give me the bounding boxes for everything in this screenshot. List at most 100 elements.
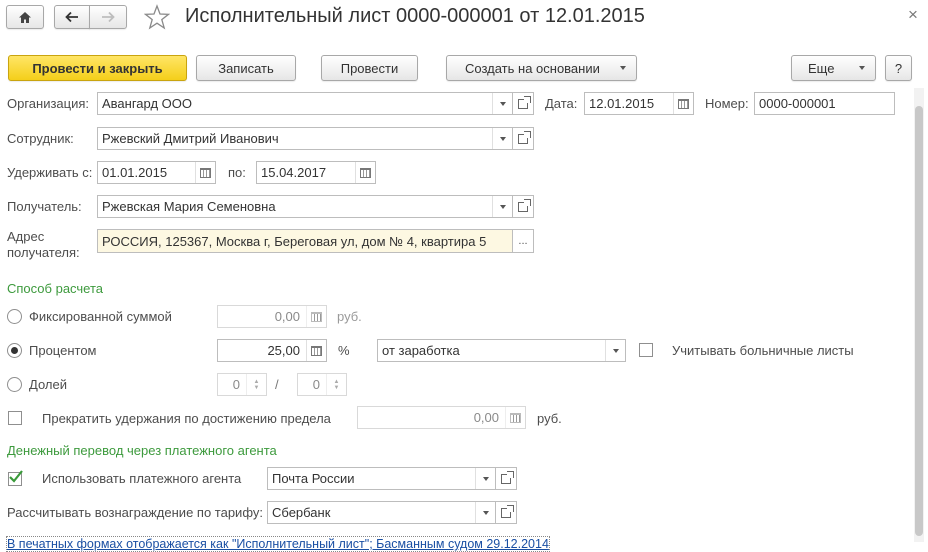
recipient-field[interactable]: Ржевская Мария Семеновна [97, 195, 513, 218]
organization-label: Организация: [7, 96, 90, 111]
share-numerator-field[interactable]: 0 ▲ ▼ [217, 373, 267, 396]
stop-at-limit-checkbox[interactable] [8, 411, 22, 425]
stop-at-limit-label: Прекратить удержания по достижению преде… [42, 411, 331, 426]
calendar-icon [200, 167, 211, 178]
withhold-from-value: 01.01.2015 [102, 165, 168, 180]
close-icon[interactable]: × [908, 5, 918, 25]
use-agent-checkbox[interactable] [8, 470, 23, 486]
payment-agent-section-title: Денежный перевод через платежного агента [7, 443, 277, 458]
employee-label: Сотрудник: [7, 131, 74, 146]
dropdown-arrow-icon[interactable] [492, 93, 512, 114]
save-button[interactable]: Записать [196, 55, 296, 81]
percent-value: 25,00 [267, 343, 300, 358]
withhold-from-field[interactable]: 01.01.2015 [97, 161, 216, 184]
open-agent-button[interactable] [495, 467, 517, 490]
calendar-icon [678, 98, 689, 109]
forward-button[interactable] [89, 5, 127, 29]
help-button[interactable]: ? [885, 55, 912, 81]
withhold-to-field[interactable]: 15.04.2017 [256, 161, 376, 184]
date-field[interactable]: 12.01.2015 [584, 92, 694, 115]
withhold-from-label: Удерживать с: [7, 165, 93, 180]
vertical-scrollbar[interactable] [914, 88, 924, 542]
checkmark-icon [9, 470, 23, 483]
organization-field[interactable]: Авангард ООО [97, 92, 513, 115]
share-denominator-field[interactable]: 0 ▲ ▼ [297, 373, 347, 396]
scrollbar-thumb[interactable] [915, 106, 923, 536]
stepper-icon[interactable]: ▲ ▼ [246, 374, 266, 395]
back-button[interactable] [54, 5, 90, 29]
share-denominator-value: 0 [312, 377, 320, 392]
dropdown-arrow-icon[interactable] [492, 196, 512, 217]
recipient-address-field[interactable]: РОССИЯ, 125367, Москва г, Береговая ул, … [97, 229, 513, 253]
percent-base-select[interactable]: от заработка [377, 339, 626, 362]
more-button[interactable]: Еще [791, 55, 876, 81]
open-icon [518, 95, 531, 109]
fixed-amount-field[interactable]: 0,00 [217, 305, 327, 328]
address-label-line2: получателя: [7, 245, 80, 260]
tariff-label: Рассчитывать вознаграждение по тарифу: [7, 505, 263, 520]
employee-field[interactable]: Ржевский Дмитрий Иванович [97, 127, 513, 150]
percent-field[interactable]: 25,00 [217, 339, 327, 362]
tariff-field[interactable]: Сбербанк [267, 501, 496, 524]
dropdown-arrow-icon [620, 66, 626, 70]
calendar-button[interactable] [195, 162, 215, 183]
date-value: 12.01.2015 [589, 96, 655, 111]
limit-unit-label: руб. [537, 411, 562, 426]
create-based-on-label: Создать на основании [465, 60, 600, 76]
fixed-unit-label: руб. [337, 309, 362, 324]
share-separator: / [275, 377, 279, 392]
favorite-star-icon[interactable] [143, 4, 171, 30]
percent-base-value: от заработка [382, 343, 460, 358]
number-value: 0000-000001 [759, 96, 836, 111]
method-percent-label: Процентом [29, 343, 97, 358]
method-share-radio[interactable] [7, 377, 22, 392]
calculator-button[interactable] [306, 340, 326, 361]
limit-amount-value: 0,00 [473, 410, 499, 425]
open-icon [518, 130, 531, 144]
arrow-right-icon [102, 11, 115, 23]
calendar-button[interactable] [355, 162, 375, 183]
calculator-button[interactable] [306, 306, 326, 327]
dropdown-arrow-icon[interactable] [475, 468, 495, 489]
calculator-icon [311, 311, 322, 322]
payment-agent-field[interactable]: Почта России [267, 467, 496, 490]
percent-unit-label: % [338, 343, 350, 358]
number-field[interactable]: 0000-000001 [754, 92, 895, 115]
open-icon [518, 198, 531, 212]
use-agent-label: Использовать платежного агента [42, 471, 242, 486]
post-and-close-button[interactable]: Провести и закрыть [8, 55, 187, 81]
limit-amount-field[interactable]: 0,00 [357, 406, 526, 429]
calculator-icon [510, 412, 521, 423]
home-button[interactable] [6, 5, 44, 29]
post-button[interactable]: Провести [321, 55, 418, 81]
stepper-icon[interactable]: ▲ ▼ [326, 374, 346, 395]
home-icon [19, 11, 31, 23]
open-employee-button[interactable] [512, 127, 534, 150]
calculator-button[interactable] [505, 407, 525, 428]
share-numerator-value: 0 [232, 377, 240, 392]
open-icon [501, 504, 514, 518]
open-organization-button[interactable] [512, 92, 534, 115]
address-label-line1: Адрес [7, 229, 45, 244]
sick-leave-checkbox[interactable] [639, 343, 653, 357]
calendar-icon [360, 167, 371, 178]
number-label: Номер: [705, 96, 749, 111]
sick-leave-label: Учитывать больничные листы [672, 343, 854, 358]
method-share-label: Долей [29, 377, 67, 392]
open-icon [501, 470, 514, 484]
print-form-link[interactable]: В печатных формах отображается как "Испо… [6, 536, 550, 552]
payment-agent-value: Почта России [272, 471, 355, 486]
recipient-address-value: РОССИЯ, 125367, Москва г, Береговая ул, … [102, 233, 487, 249]
address-edit-button[interactable]: ... [512, 229, 534, 253]
dropdown-arrow-icon[interactable] [475, 502, 495, 523]
dropdown-arrow-icon[interactable] [492, 128, 512, 149]
method-percent-radio[interactable] [7, 343, 22, 358]
tariff-value: Сбербанк [272, 505, 331, 520]
withhold-to-label: по: [228, 165, 246, 180]
method-fixed-radio[interactable] [7, 309, 22, 324]
calendar-button[interactable] [673, 93, 693, 114]
open-tariff-button[interactable] [495, 501, 517, 524]
dropdown-arrow-icon[interactable] [605, 340, 625, 361]
open-recipient-button[interactable] [512, 195, 534, 218]
create-based-on-button[interactable]: Создать на основании [446, 55, 637, 81]
